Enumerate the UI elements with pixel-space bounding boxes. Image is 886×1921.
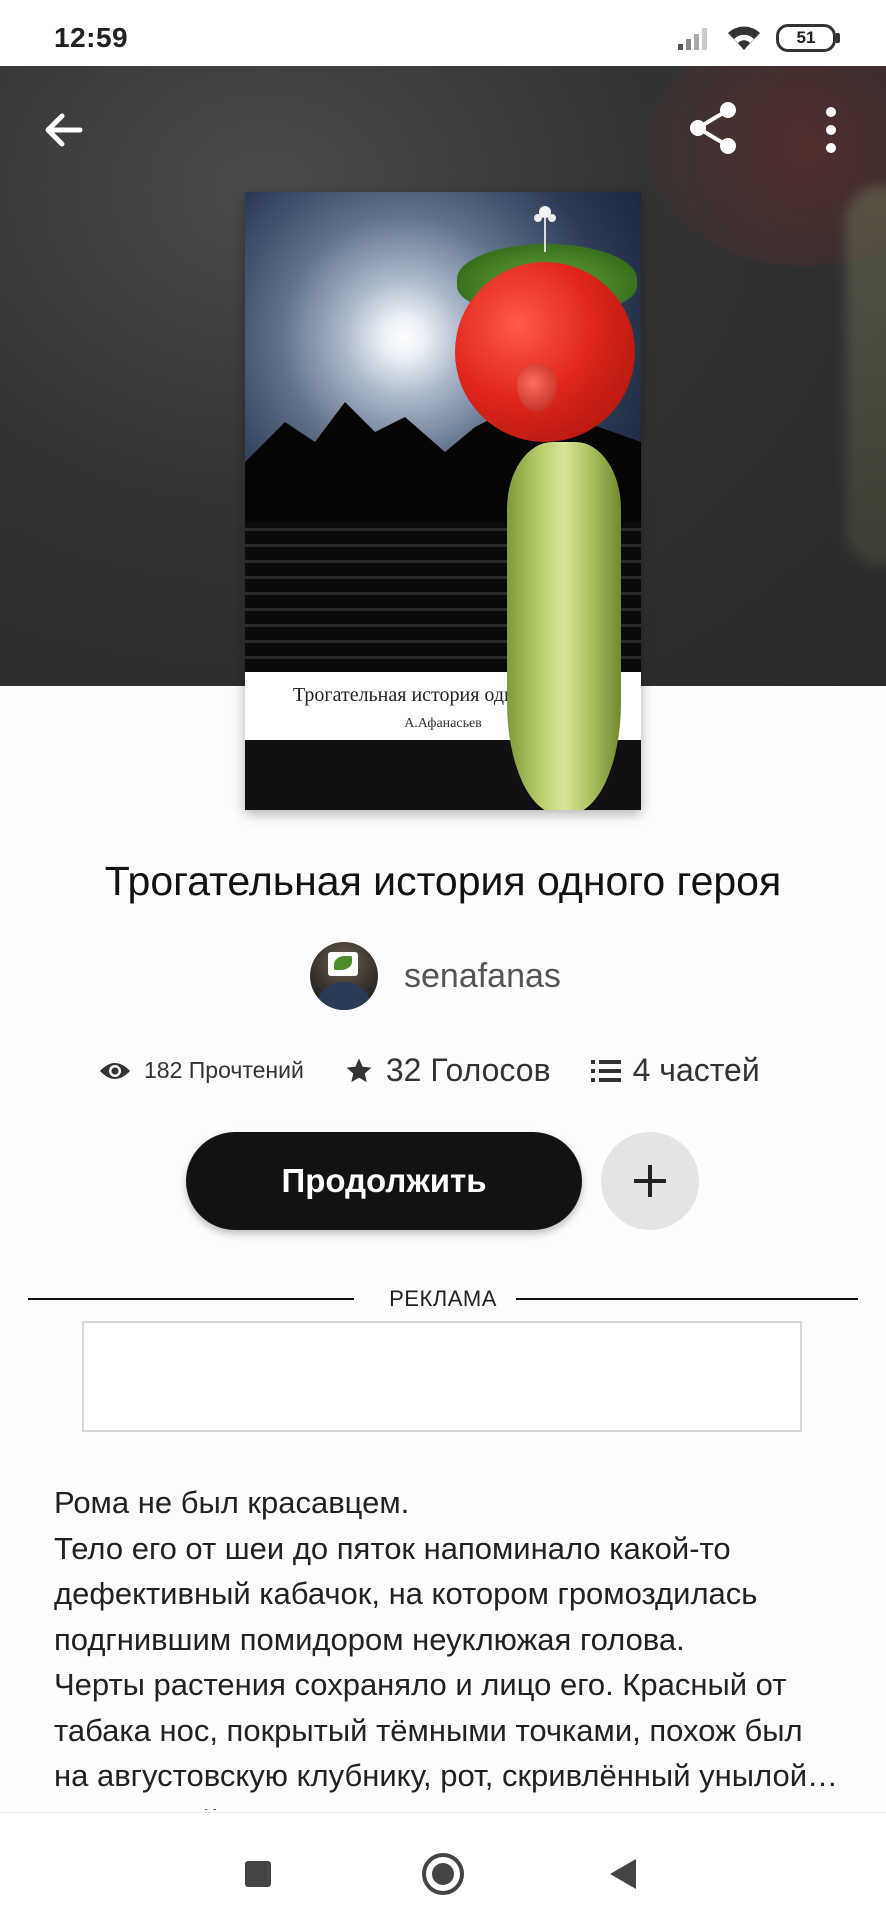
system-nav-bar [0, 1812, 886, 1921]
cover-zucchini [507, 442, 621, 810]
recents-button[interactable] [245, 1861, 271, 1887]
star-icon [346, 1058, 372, 1082]
plus-icon [634, 1165, 666, 1197]
avatar-leaf [328, 952, 358, 976]
cover-tomato [455, 262, 635, 442]
votes-count: 32 Голосов [385, 1052, 551, 1088]
add-to-library-button[interactable] [601, 1132, 699, 1230]
story-paragraph: Черты растения сохраняло и лицо его. Кра… [54, 1667, 839, 1810]
wifi-icon [728, 26, 760, 50]
more-vert-icon [826, 107, 836, 153]
reads-stat: 182 Прочтений [98, 1057, 304, 1084]
share-icon [690, 102, 736, 154]
author-link[interactable]: senafanas [310, 940, 561, 1012]
ad-slot[interactable] [82, 1321, 802, 1432]
parts-stat[interactable]: 4 частей [590, 1052, 760, 1089]
hero-side-blur [846, 186, 886, 566]
book-title: Трогательная история одного героя [104, 858, 782, 904]
story-text: Рома не был красавцем. Тело его от шеи д… [54, 1480, 844, 1810]
more-options-button[interactable] [816, 102, 846, 158]
battery-indicator: 51 [776, 24, 840, 52]
book-cover[interactable]: Трогательная история одного героя А.Афан… [245, 192, 641, 810]
status-bar: 12:59 51 [0, 0, 886, 66]
votes-stat: 32 Голосов [344, 1052, 551, 1089]
story-paragraph: Тело его от шеи до пяток напоминало како… [54, 1530, 758, 1657]
story-paragraph: Рома не был красавцем. [54, 1485, 410, 1520]
share-button[interactable] [684, 98, 744, 158]
cover-flower [534, 206, 556, 252]
ad-label: РЕКЛАМА [389, 1286, 497, 1311]
arrow-left-icon [45, 113, 83, 147]
parts-count[interactable]: 4 частей [633, 1052, 760, 1089]
system-back-button[interactable] [610, 1859, 636, 1889]
avatar[interactable] [310, 942, 378, 1010]
back-button[interactable] [38, 104, 90, 156]
home-button[interactable] [422, 1853, 464, 1895]
status-icons: 51 [678, 24, 840, 52]
book-stats: 182 Прочтений 32 Голосов 4 частей [98, 1052, 760, 1089]
author-name[interactable]: senafanas [404, 957, 561, 996]
continue-reading-button[interactable]: Продолжить [186, 1132, 582, 1230]
signal-icon [678, 28, 707, 50]
reads-count: 182 Прочтений [144, 1057, 304, 1083]
status-time: 12:59 [54, 22, 129, 53]
avatar-body [318, 982, 370, 1010]
list-icon [590, 1059, 621, 1082]
eye-icon [100, 1062, 130, 1079]
